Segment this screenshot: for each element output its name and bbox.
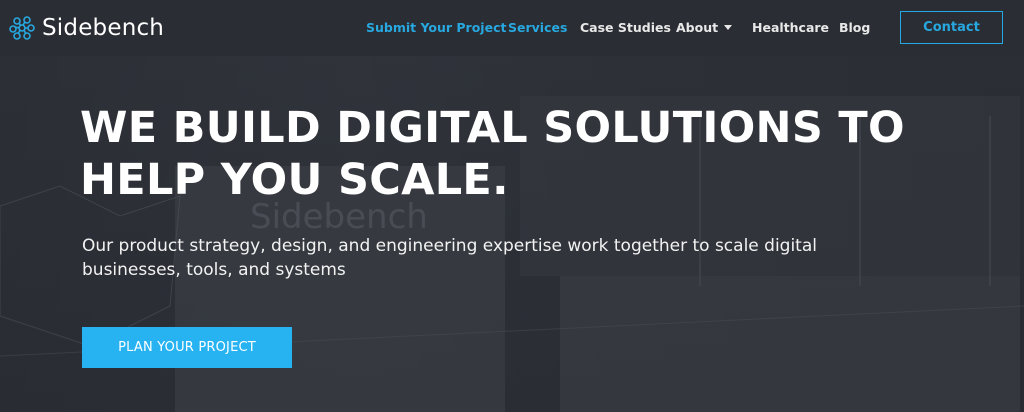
chevron-down-icon xyxy=(724,25,733,30)
nav-submit-project[interactable]: Submit Your Project xyxy=(366,20,506,35)
nav-services[interactable]: Services xyxy=(508,20,567,35)
contact-button[interactable]: Contact xyxy=(900,11,1003,44)
nav-blog[interactable]: Blog xyxy=(839,20,870,35)
nav-about-label: About xyxy=(676,20,719,35)
site-header: Sidebench Submit Your Project Services C… xyxy=(0,0,1024,56)
hero-subtitle: Our product strategy, design, and engine… xyxy=(82,236,817,280)
nav-case-studies[interactable]: Case Studies xyxy=(580,20,671,35)
brain-network-icon xyxy=(9,16,35,40)
logo-text: Sidebench xyxy=(42,15,165,41)
nav-healthcare[interactable]: Healthcare xyxy=(752,20,829,35)
plan-project-button[interactable]: PLAN YOUR PROJECT xyxy=(82,327,292,368)
hero-title: WE BUILD DIGITAL SOLUTIONS TO HELP YOU S… xyxy=(80,103,905,205)
hero-section: Sidebench WE BUILD DIGITAL SOLUTIONS TO … xyxy=(0,56,1024,412)
nav-about[interactable]: About xyxy=(676,20,733,35)
logo[interactable]: Sidebench xyxy=(8,12,164,44)
